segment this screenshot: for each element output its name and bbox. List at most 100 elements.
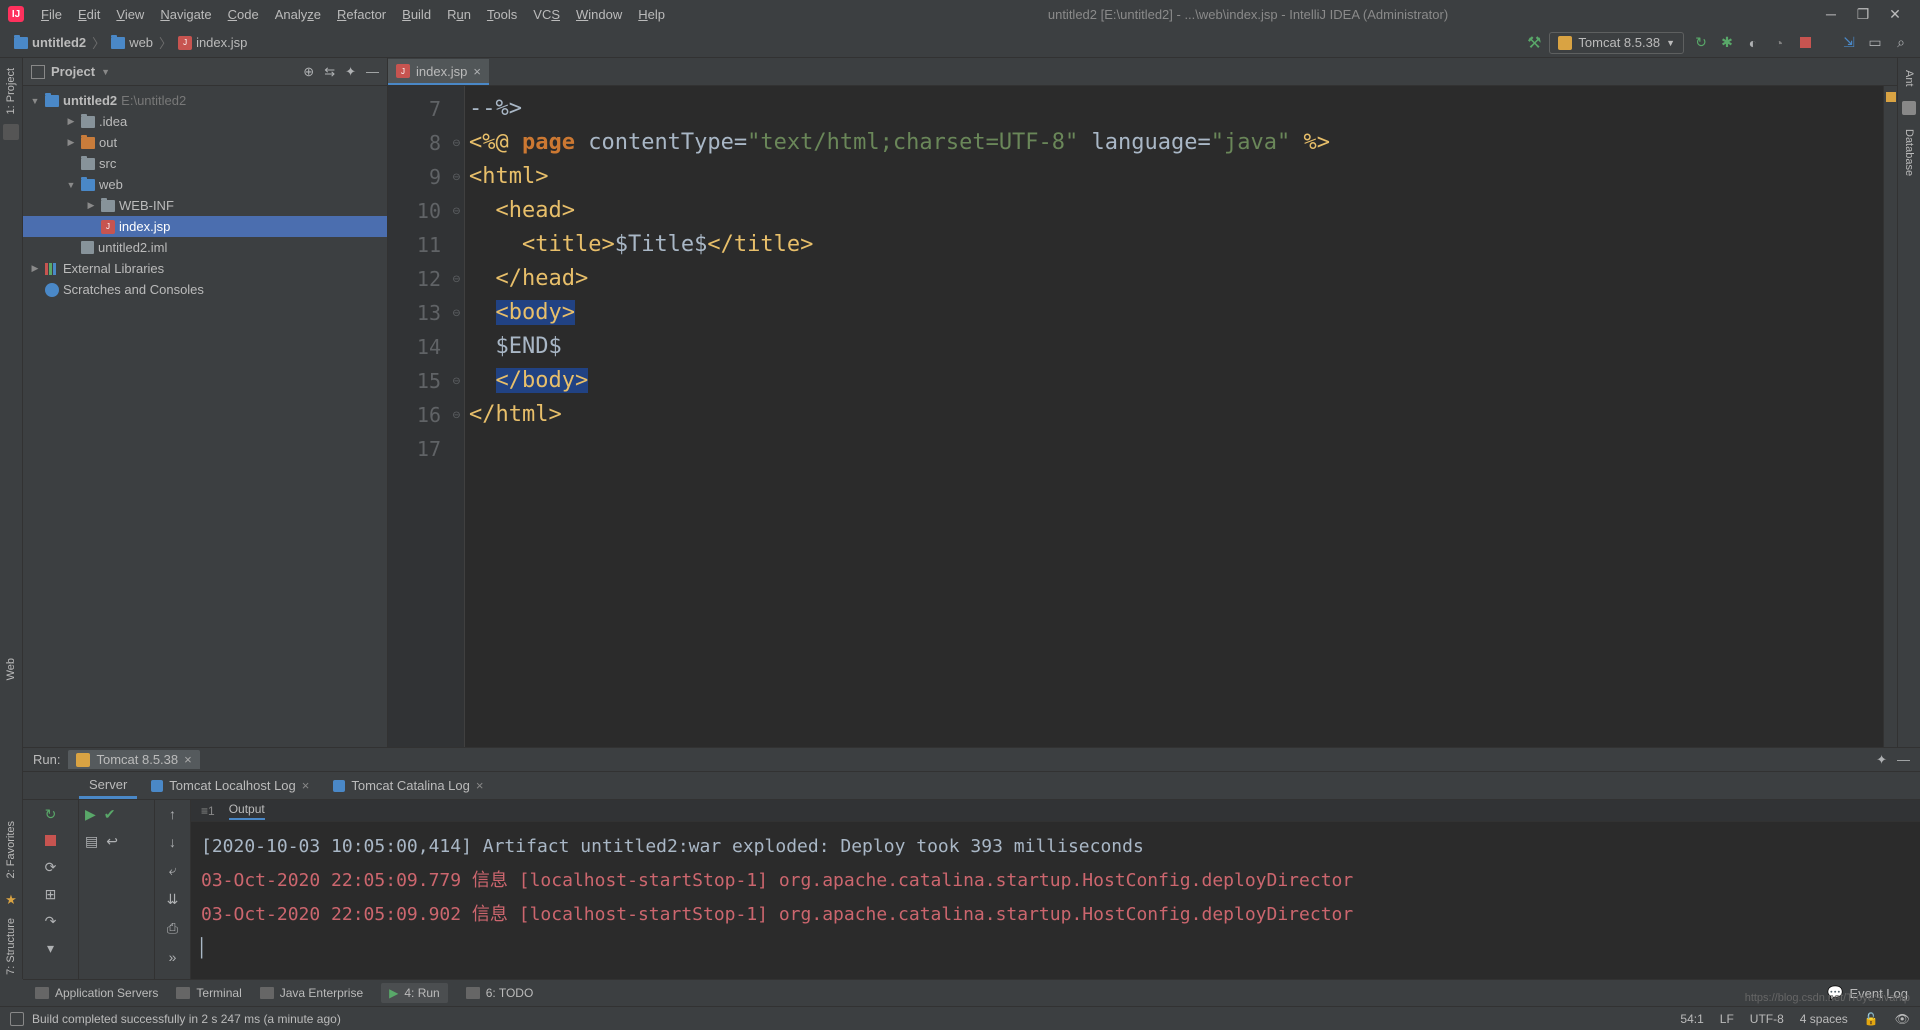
stop-button[interactable]	[1796, 35, 1814, 51]
profiler-icon[interactable]: ◔	[1770, 35, 1788, 51]
down-icon[interactable]: ↓	[169, 834, 176, 850]
encoding[interactable]: UTF-8	[1750, 1012, 1784, 1026]
layout-icon[interactable]: ▭	[1866, 34, 1884, 51]
minimize-button[interactable]: ─	[1824, 7, 1838, 21]
menu-refactor[interactable]: Refactor	[330, 4, 393, 25]
run-subtab-tomcat-localhost-log[interactable]: Tomcat Localhost Log×	[141, 774, 319, 797]
menu-edit[interactable]: Edit	[71, 4, 107, 25]
more-icon[interactable]: »	[169, 949, 177, 965]
menu-file[interactable]: FFileile	[34, 4, 69, 25]
deploy-icon[interactable]: ▾	[47, 940, 54, 957]
editor-tab-index[interactable]: J index.jsp ×	[388, 59, 489, 85]
locate-icon[interactable]: ⊕	[303, 64, 314, 80]
status-icon[interactable]	[10, 1012, 24, 1026]
rerun-icon[interactable]: ↻	[45, 806, 57, 823]
wrap-icon[interactable]: ⤶	[169, 862, 177, 879]
run-subtab-server[interactable]: Server	[79, 773, 137, 799]
tree-item-web[interactable]: ▼web	[23, 174, 387, 195]
breadcrumb-file[interactable]: Jindex.jsp	[174, 33, 251, 52]
menu-view[interactable]: View	[109, 4, 151, 25]
console-toolbar: ↑ ↓ ⤶ ⇊ ⎙ »	[155, 800, 191, 979]
warning-marker	[1886, 92, 1896, 102]
menu-code[interactable]: Code	[221, 4, 266, 25]
coverage-icon[interactable]: ◐	[1744, 35, 1762, 51]
run-subtabs: ServerTomcat Localhost Log×Tomcat Catali…	[23, 772, 1920, 800]
gear-icon[interactable]: ✦	[1876, 752, 1887, 768]
menu-run[interactable]: Run	[440, 4, 478, 25]
tree-item-src[interactable]: src	[23, 153, 387, 174]
bottom-tab-4-run[interactable]: ▶4: Run	[381, 983, 448, 1003]
collapse-icon[interactable]: ⇆	[324, 64, 335, 80]
output-tab-output[interactable]: Output	[229, 802, 265, 820]
menu-help[interactable]: Help	[631, 4, 672, 25]
caret-pos[interactable]: 54:1	[1680, 1012, 1703, 1026]
scroll-icon[interactable]: ⇊	[167, 891, 179, 908]
update-icon[interactable]: ⟳	[45, 859, 57, 876]
maximize-button[interactable]: ❐	[1856, 7, 1870, 21]
arrow-icon[interactable]: ↩	[106, 833, 118, 850]
run-config-selector[interactable]: Tomcat 8.5.38 ▼	[1549, 32, 1684, 54]
menu-vcs[interactable]: VCS	[526, 4, 567, 25]
menu-window[interactable]: Window	[569, 4, 629, 25]
tool-tab-structure[interactable]: 7: Structure	[5, 914, 17, 979]
close-icon[interactable]: ×	[184, 752, 192, 767]
search-icon[interactable]: ⌕	[1892, 34, 1910, 51]
indent[interactable]: 4 spaces	[1800, 1012, 1848, 1026]
close-tab-icon[interactable]: ×	[473, 64, 481, 79]
tree-item-index-jsp[interactable]: Jindex.jsp	[23, 216, 387, 237]
tree-item-out[interactable]: ▶out	[23, 132, 387, 153]
bottom-tab-terminal[interactable]: Terminal	[176, 986, 241, 1000]
tree-item-untitled2-iml[interactable]: untitled2.iml	[23, 237, 387, 258]
stop-icon[interactable]	[45, 833, 56, 849]
console-output[interactable]: [2020-10-03 10:05:00,414] Artifact untit…	[191, 822, 1920, 979]
check-icon[interactable]: ✔	[104, 806, 116, 823]
tool-tab-ant[interactable]: Ant	[1903, 66, 1915, 91]
pin-icon[interactable]: ↷	[45, 913, 57, 930]
print-icon[interactable]: ⎙	[167, 920, 178, 937]
hide-icon[interactable]: —	[366, 64, 379, 79]
update-icon[interactable]: ⇲	[1840, 34, 1858, 51]
tree-item-scratches-and-consoles[interactable]: Scratches and Consoles	[23, 279, 387, 300]
breadcrumb-root[interactable]: untitled2	[10, 33, 90, 52]
layout-icon[interactable]: ⊞	[45, 886, 57, 903]
tree-item-untitled2[interactable]: ▼untitled2 E:\untitled2	[23, 90, 387, 111]
close-button[interactable]: ✕	[1888, 7, 1902, 21]
run-config-tab[interactable]: Tomcat 8.5.38 ×	[68, 750, 199, 769]
menu-tools[interactable]: Tools	[480, 4, 524, 25]
debug-icon[interactable]: ✱	[1718, 34, 1736, 51]
project-tree[interactable]: ▼untitled2 E:\untitled2▶.idea▶outsrc▼web…	[23, 86, 387, 304]
tool-tab-database[interactable]: Database	[1903, 125, 1915, 180]
lock-icon[interactable]: 🔓	[1864, 1012, 1879, 1026]
rerun-icon[interactable]: ↻	[1692, 34, 1710, 51]
up-icon[interactable]: ↑	[169, 806, 176, 822]
bottom-tool-stripe: Application Servers Terminal Java Enterpri…	[23, 979, 1920, 1006]
tree-item--idea[interactable]: ▶.idea	[23, 111, 387, 132]
play-icon[interactable]: ▶	[85, 806, 96, 823]
output-tab-1[interactable]: ≡1	[201, 804, 215, 818]
chevron-down-icon: ▼	[1666, 38, 1675, 48]
tool-tab-icon[interactable]	[3, 124, 19, 140]
hide-icon[interactable]: —	[1897, 752, 1910, 768]
run-subtab-tomcat-catalina-log[interactable]: Tomcat Catalina Log×	[323, 774, 493, 797]
tool-tab-favorites[interactable]: 2: Favorites	[5, 817, 17, 882]
menu-build[interactable]: Build	[395, 4, 438, 25]
build-icon[interactable]: ⚒	[1527, 33, 1541, 53]
line-sep[interactable]: LF	[1720, 1012, 1734, 1026]
menu-bar: FFileile Edit View Navigate Code Analyze…	[34, 4, 672, 25]
filter-icon[interactable]: ▤	[85, 833, 98, 850]
menu-navigate[interactable]: Navigate	[153, 4, 218, 25]
project-icon	[31, 65, 45, 79]
bottom-tab-java-enterprise[interactable]: Java Enterprise	[260, 986, 363, 1000]
gear-icon[interactable]: ✦	[345, 64, 356, 80]
inspect-icon[interactable]: 👁	[1895, 1012, 1910, 1026]
tree-item-web-inf[interactable]: ▶WEB-INF	[23, 195, 387, 216]
tool-tab-web[interactable]: Web	[5, 654, 17, 684]
bottom-tab-6-todo[interactable]: 6: TODO	[466, 986, 534, 1000]
bottom-tab-application-servers[interactable]: Application Servers	[35, 986, 158, 1000]
menu-analyze[interactable]: Analyze	[268, 4, 328, 25]
tool-tab-project[interactable]: 1: Project	[5, 64, 17, 118]
run-mid-toolbar: ▶ ✔ ▤ ↩	[79, 800, 155, 979]
chevron-down-icon[interactable]: ▼	[101, 67, 110, 77]
breadcrumb-web[interactable]: web	[107, 33, 157, 52]
tree-item-external-libraries[interactable]: ▶External Libraries	[23, 258, 387, 279]
